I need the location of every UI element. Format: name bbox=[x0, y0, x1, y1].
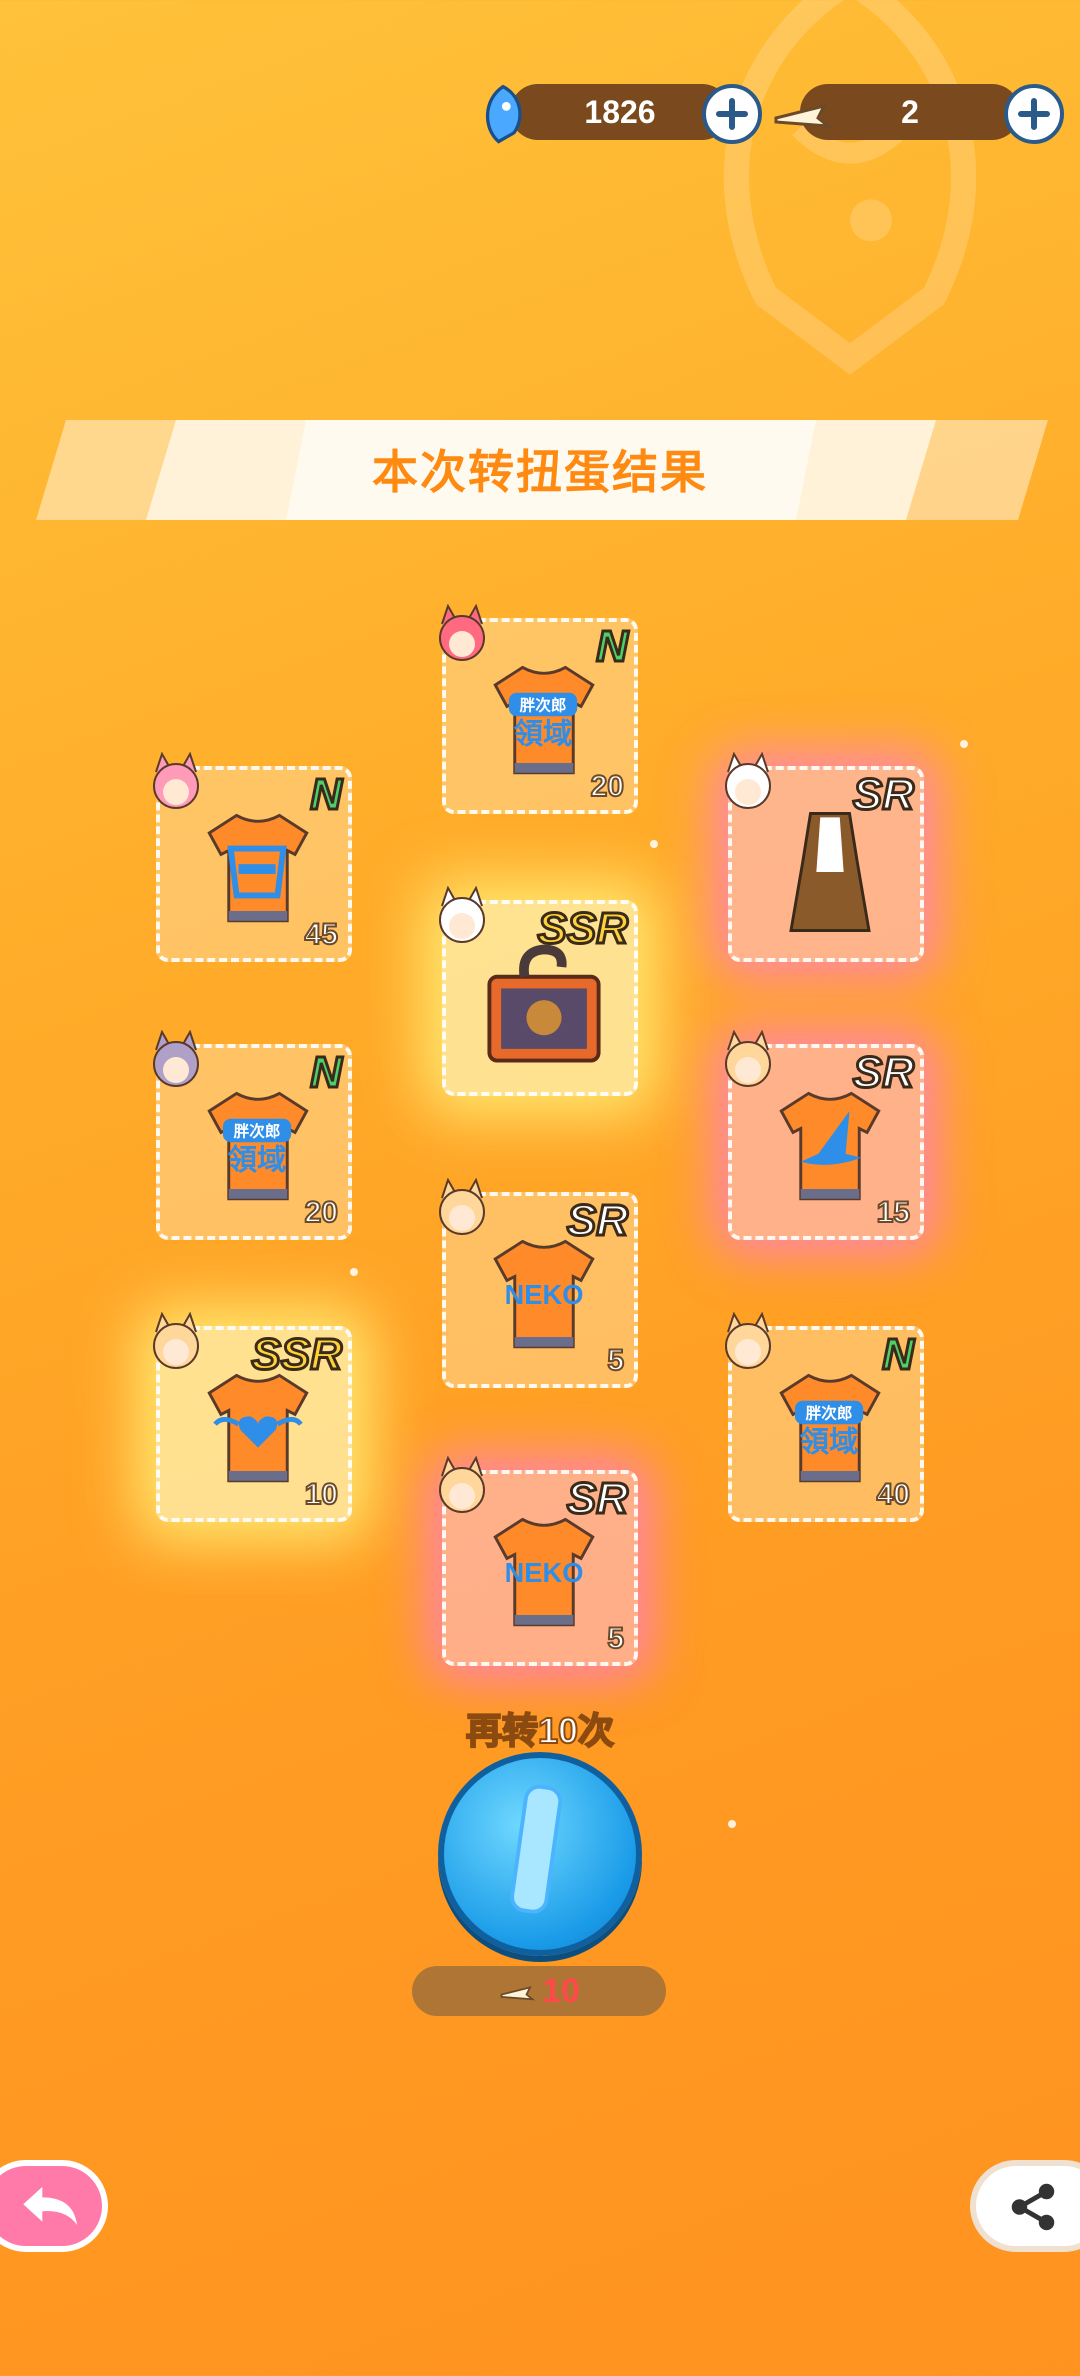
spin-cost-value: 10 bbox=[542, 1971, 580, 2010]
result-card[interactable]: 胖次郎 領域 N 40 bbox=[725, 1312, 924, 1522]
rarity-label: SR bbox=[565, 1195, 629, 1247]
svg-text:胖次郎: 胖次郎 bbox=[234, 1121, 281, 1140]
quantity-label: 20 bbox=[590, 769, 625, 804]
add-gem-button[interactable] bbox=[702, 84, 762, 144]
add-ticket-button[interactable] bbox=[1004, 84, 1064, 144]
result-card[interactable]: NEKO SR 5 bbox=[439, 1456, 638, 1666]
quantity-label: 5 bbox=[606, 1343, 625, 1378]
svg-text:NEKO: NEKO bbox=[505, 1557, 584, 1588]
sparkle bbox=[650, 840, 658, 848]
svg-text:領域: 領域 bbox=[514, 717, 573, 751]
fish-watermark-icon bbox=[723, 0, 977, 375]
rarity-label: SR bbox=[851, 769, 915, 821]
svg-text:胖次郎: 胖次郎 bbox=[520, 695, 567, 714]
gem-counter: 1826 bbox=[510, 84, 730, 140]
quantity-label: 40 bbox=[876, 1477, 911, 1512]
quantity-label: 5 bbox=[606, 1621, 625, 1656]
rarity-label: SSR bbox=[536, 903, 630, 955]
result-card[interactable]: SR bbox=[725, 752, 924, 962]
plus-icon bbox=[1018, 98, 1050, 130]
sparkle bbox=[728, 1820, 736, 1828]
result-card[interactable]: 胖次郎 領域 N 20 bbox=[153, 1030, 352, 1240]
plus-icon bbox=[716, 98, 748, 130]
svg-text:領域: 領域 bbox=[800, 1425, 859, 1459]
result-card[interactable]: N 45 bbox=[153, 752, 352, 962]
result-card[interactable]: SR 15 bbox=[725, 1030, 924, 1240]
return-arrow-icon bbox=[23, 2186, 77, 2226]
quantity-label: 10 bbox=[304, 1477, 339, 1512]
rarity-label: SR bbox=[565, 1473, 629, 1525]
quantity-label: 45 bbox=[304, 917, 339, 952]
spin-again-label: 再转10次 bbox=[465, 1709, 615, 1752]
fish-bone-icon bbox=[774, 103, 833, 128]
share-button[interactable] bbox=[970, 2160, 1080, 2252]
result-card[interactable]: SSR 10 bbox=[153, 1312, 352, 1522]
result-card[interactable]: 胖次郎 領域 N 20 bbox=[439, 604, 638, 814]
ticket-count: 2 bbox=[901, 93, 919, 130]
sparkle bbox=[960, 740, 968, 748]
rarity-label: N bbox=[881, 1329, 916, 1381]
rarity-label: N bbox=[309, 769, 344, 821]
spin-again-button[interactable] bbox=[438, 1752, 642, 1956]
blue-fish-gem-icon bbox=[485, 84, 522, 144]
svg-text:NEKO: NEKO bbox=[505, 1279, 584, 1310]
rarity-label: N bbox=[309, 1047, 344, 1099]
back-button[interactable] bbox=[0, 2160, 108, 2252]
rarity-label: SR bbox=[851, 1047, 915, 1099]
svg-text:胖次郎: 胖次郎 bbox=[806, 1403, 853, 1422]
quantity-label: 15 bbox=[876, 1195, 911, 1230]
svg-text:領域: 領域 bbox=[228, 1143, 286, 1177]
quantity-label: 20 bbox=[304, 1195, 339, 1230]
share-icon bbox=[1011, 2183, 1055, 2231]
capsule-icon bbox=[510, 1784, 563, 1914]
fish-bone-icon bbox=[500, 1986, 536, 2001]
gem-count: 1826 bbox=[584, 93, 656, 130]
result-title: 本次转扭蛋结果 bbox=[372, 446, 708, 498]
spin-cost: 10 bbox=[412, 1966, 666, 2016]
result-card[interactable]: NEKO SR 5 bbox=[439, 1178, 638, 1388]
rarity-label: SSR bbox=[250, 1329, 344, 1381]
rarity-label: N bbox=[595, 621, 630, 673]
sparkle bbox=[350, 1268, 358, 1276]
result-card[interactable]: SSR bbox=[439, 886, 638, 1096]
